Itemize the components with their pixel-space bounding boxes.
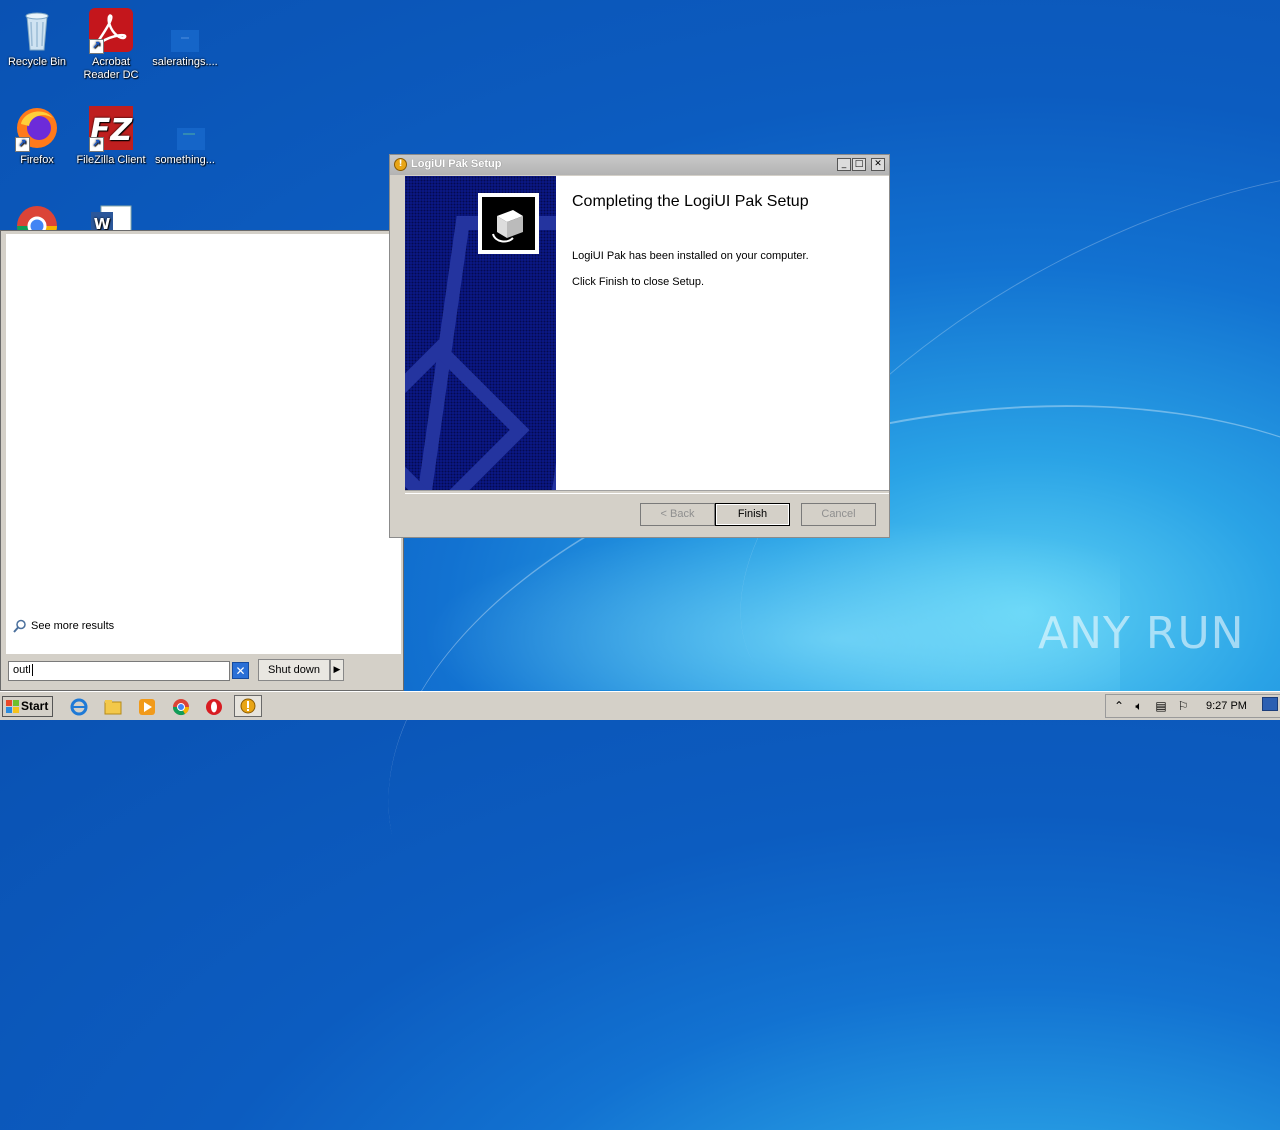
anyrun-watermark: ANY RUN <box>1038 608 1245 659</box>
start-search-input[interactable]: outl <box>8 661 230 681</box>
watermark-text: ANY RUN <box>1038 608 1245 659</box>
installer-logo <box>478 193 539 254</box>
show-desktop-button[interactable] <box>1262 697 1278 711</box>
wallpaper-glow <box>420 520 1120 690</box>
installer-content-pane: Completing the LogiUI Pak Setup LogiUI P… <box>556 176 889 490</box>
blank-file-icon <box>161 6 209 54</box>
taskbar-media-player-button[interactable] <box>137 697 157 717</box>
desktop-icon-something[interactable]: something... <box>148 104 222 167</box>
desktop-icon-label: Recycle Bin <box>7 56 67 68</box>
see-more-results-label: See more results <box>31 620 115 632</box>
volume-button[interactable]: 🔈︎ <box>1132 699 1146 713</box>
setup-window: ! LogiUI Pak Setup _ □ ✕ Completing the … <box>389 154 890 538</box>
shortcut-arrow-icon: ↗ <box>15 137 30 152</box>
completion-heading: Completing the LogiUI Pak Setup <box>572 193 809 210</box>
start-menu: See more results outl ✕ Shut down ▶ <box>0 230 404 691</box>
desktop-icon-label: something... <box>155 154 215 166</box>
filezilla-icon: FZ ↗ <box>87 104 135 152</box>
finish-button[interactable]: Finish <box>715 503 790 526</box>
acrobat-icon: ↗ <box>87 6 135 54</box>
finish-instruction: Click Finish to close Setup. <box>572 276 705 288</box>
firefox-icon: ↗ <box>13 104 61 152</box>
installer-icon: ! <box>394 158 407 171</box>
clear-search-button[interactable]: ✕ <box>232 662 249 679</box>
search-icon <box>13 619 26 633</box>
media-player-icon <box>139 699 155 715</box>
flag-icon: ⚐ <box>1177 699 1189 713</box>
shortcut-arrow-icon: ↗ <box>89 137 104 152</box>
taskbar-opera-button[interactable] <box>204 697 224 717</box>
network-icon: ▤ <box>1155 699 1167 713</box>
shutdown-button[interactable]: Shut down <box>258 659 330 681</box>
speaker-icon: 🔈︎ <box>1135 699 1143 713</box>
system-tray: ⌃ 🔈︎ ▤ ⚐ 9:27 PM <box>1105 694 1280 718</box>
desktop-icon-label: Acrobat Reader DC <box>83 56 139 81</box>
desktop-icon-label: saleratings.... <box>152 56 218 68</box>
maximize-button[interactable]: □ <box>852 158 866 171</box>
windows-logo-icon <box>6 700 19 713</box>
close-icon: ✕ <box>235 664 246 678</box>
minimize-button[interactable]: _ <box>837 158 851 171</box>
show-hidden-icons-button[interactable]: ⌃ <box>1112 699 1126 713</box>
text-cursor <box>31 664 33 676</box>
desktop-icon-label: FileZilla Client <box>76 154 146 166</box>
window-title: LogiUI Pak Setup <box>411 158 502 170</box>
arrow-right-icon: ▶ <box>333 665 341 675</box>
clock[interactable]: 9:27 PM <box>1206 700 1247 712</box>
opera-icon <box>206 699 222 715</box>
chrome-icon <box>172 699 190 716</box>
close-icon: ✕ <box>874 159 882 169</box>
chevron-up-icon: ⌃ <box>1113 699 1125 713</box>
taskbar: Start ⌃ 🔈︎ ▤ ⚐ 9:27 PM <box>0 691 1280 720</box>
close-button[interactable]: ✕ <box>871 158 885 171</box>
desktop-icon-saleratings[interactable]: saleratings.... <box>148 6 222 69</box>
desktop-icon-recycle-bin[interactable]: Recycle Bin <box>0 6 74 69</box>
start-menu-results-pane <box>6 234 401 654</box>
start-button[interactable]: Start <box>2 696 53 717</box>
minimize-icon: _ <box>841 159 847 169</box>
taskbar-setup-button[interactable] <box>234 695 262 717</box>
blank-file-icon <box>161 104 209 152</box>
start-label: Start <box>21 699 49 713</box>
internet-explorer-icon <box>70 698 88 716</box>
search-input-value: outl <box>13 664 31 676</box>
recycle-bin-icon <box>13 6 61 54</box>
window-titlebar[interactable]: ! LogiUI Pak Setup _ □ ✕ <box>390 155 889 175</box>
desktop-icon-acrobat[interactable]: ↗ Acrobat Reader DC <box>74 6 148 82</box>
maximize-icon: □ <box>854 159 864 169</box>
taskbar-chrome-button[interactable] <box>171 697 191 717</box>
taskbar-explorer-button[interactable] <box>103 697 123 717</box>
network-button[interactable]: ▤ <box>1154 699 1168 713</box>
taskbar-ie-button[interactable] <box>69 697 89 717</box>
desktop-icon-firefox[interactable]: ↗ Firefox <box>0 104 74 167</box>
desktop-icon-filezilla[interactable]: FZ ↗ FileZilla Client <box>74 104 148 167</box>
shutdown-options-button[interactable]: ▶ <box>330 659 344 681</box>
shortcut-arrow-icon: ↗ <box>89 39 104 54</box>
installer-box-icon <box>482 197 535 250</box>
action-center-button[interactable]: ⚐ <box>1176 699 1190 713</box>
installer-icon <box>240 698 256 714</box>
cancel-button[interactable]: Cancel <box>801 503 876 526</box>
button-separator <box>405 490 889 494</box>
back-button[interactable]: < Back <box>640 503 715 526</box>
see-more-results-link[interactable]: See more results <box>13 619 114 633</box>
desktop-icon-label: Firefox <box>20 154 54 166</box>
installed-message: LogiUI Pak has been installed on your co… <box>572 250 809 262</box>
folder-icon <box>104 700 122 715</box>
